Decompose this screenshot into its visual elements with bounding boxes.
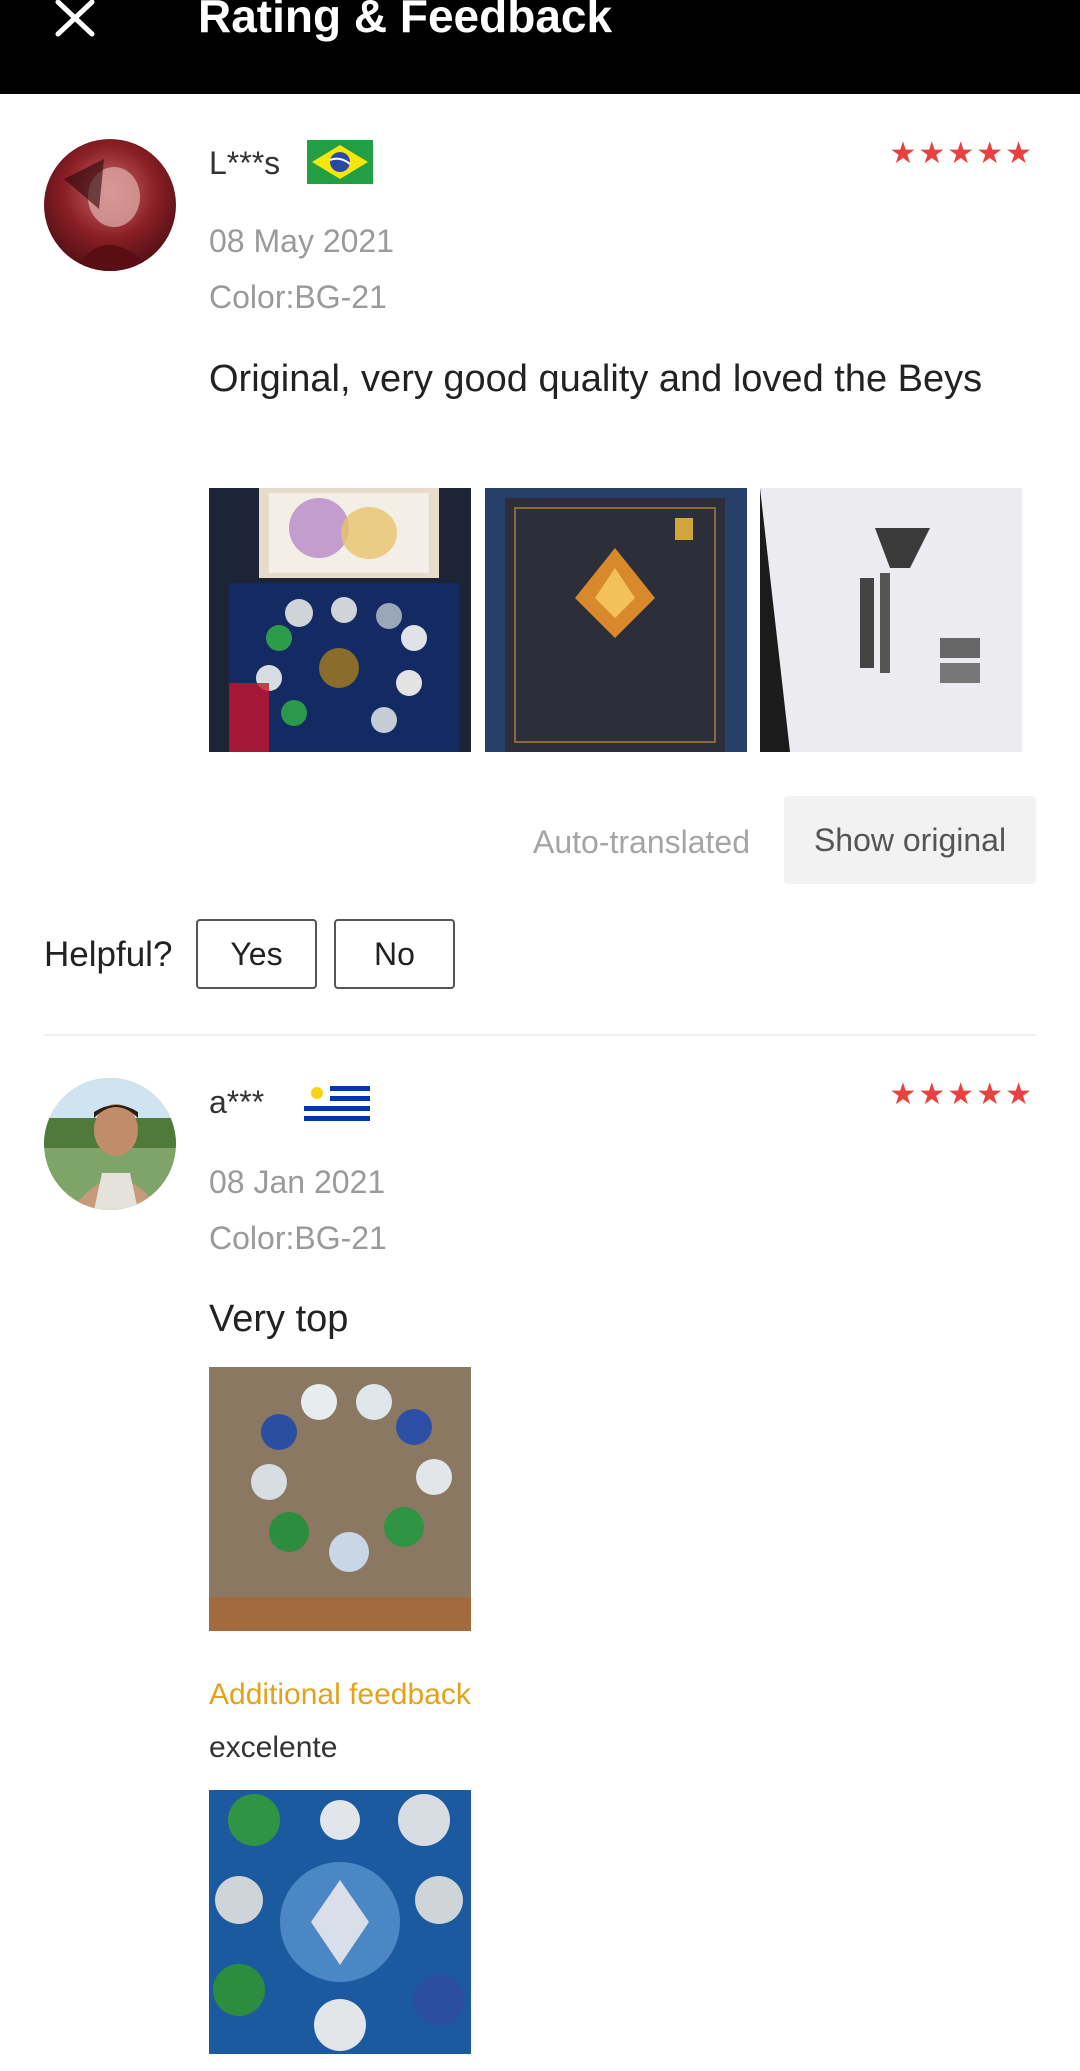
additional-feedback-text: excelente [209, 1731, 338, 1764]
review-comment: Original, very good quality and loved th… [209, 358, 983, 400]
close-icon [55, 0, 95, 37]
review-photo[interactable] [760, 488, 1022, 752]
close-button[interactable] [52, 0, 102, 44]
review-photo[interactable] [485, 488, 747, 752]
helpful-yes-button[interactable]: Yes [196, 919, 317, 989]
uruguay-flag-icon [304, 1081, 370, 1125]
review-comment: Very top [209, 1298, 349, 1340]
helpful-label: Helpful? [44, 935, 173, 974]
review-date: 08 Jan 2021 [209, 1164, 386, 1200]
rating-stars: ★★★★★ [889, 137, 1034, 170]
page-title: Rating & Feedback [198, 0, 613, 42]
top-bar: Rating & Feedback [0, 0, 1080, 94]
divider [44, 1034, 1036, 1036]
rating-stars: ★★★★★ [889, 1078, 1034, 1111]
review-photo[interactable] [209, 488, 471, 752]
brazil-flag-icon [307, 140, 373, 184]
product-variant: Color:BG-21 [209, 279, 387, 315]
avatar [44, 1078, 176, 1210]
auto-translated-label: Auto-translated [532, 824, 750, 860]
helpful-no-button[interactable]: No [334, 919, 455, 989]
additional-feedback-photo[interactable] [209, 1790, 471, 2054]
show-original-button[interactable]: Show original [784, 796, 1036, 884]
additional-feedback-label: Additional feedback [209, 1678, 471, 1711]
product-variant: Color:BG-21 [209, 1220, 387, 1256]
reviewer-name: L***s [209, 145, 281, 181]
review-photo[interactable] [209, 1367, 471, 1631]
reviewer-name: a*** [209, 1084, 265, 1120]
avatar [44, 139, 176, 271]
review-date: 08 May 2021 [209, 223, 395, 259]
